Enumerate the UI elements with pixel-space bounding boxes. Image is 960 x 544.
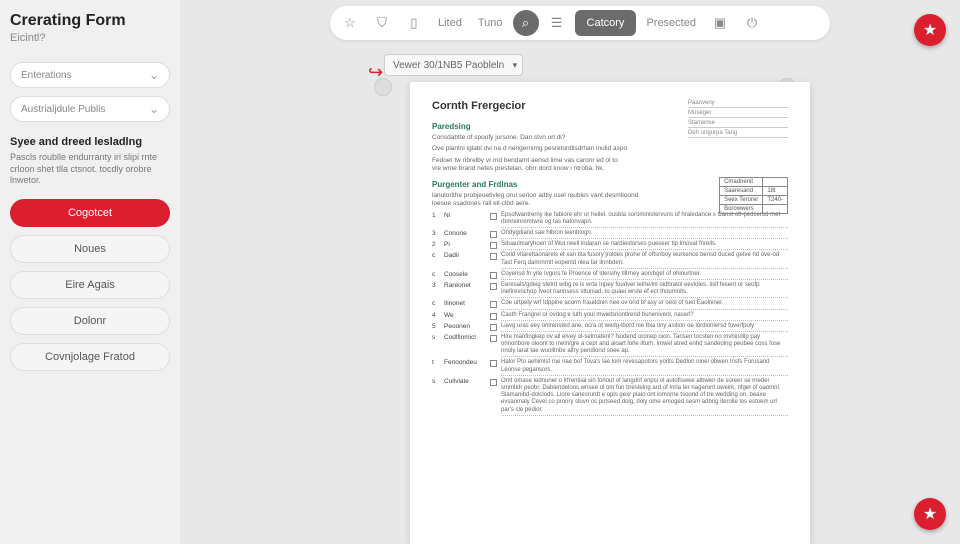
dropdown-2[interactable]: Austrialjdule Publis [10,96,170,122]
toolbar: ☆ ⛉ ▯ Lited Tuno ⌕ ☰ Catcory Presected ▣… [330,6,830,40]
fab-star-top[interactable]: ★ [914,14,946,46]
checkbox[interactable] [490,313,497,320]
star-icon[interactable]: ☆ [336,9,364,37]
tab-lited[interactable]: Lited [432,17,468,29]
page-handle-left[interactable] [374,78,392,96]
checkbox[interactable] [490,231,497,238]
checkbox[interactable] [490,283,497,290]
sidebar: Crerating Form Eicintl? Enterations Aust… [0,0,180,544]
section-desc: Pascls roublle endurranty iri slipi rnte… [10,152,170,187]
checklist: 1NiEpsofwantrerny ike fabiore ehr or hei… [432,212,788,416]
checklist-row: sCullvlateOmt omase lednuner o lrfrentii… [432,378,788,416]
checklist-row: cDadilCorid vtiarettaonarels et xan tita… [432,252,788,268]
checklist-row: 2PiSduaulmaryhoen of Wut rwell indaran s… [432,241,788,250]
shield-icon[interactable]: ⛉ [368,9,396,37]
bookmark-icon[interactable]: ▯ [400,9,428,37]
save-icon[interactable]: ▣ [706,9,734,37]
checkbox[interactable] [490,379,497,386]
document-page: Cornth Frergecior Paanveny Museger Stame… [410,82,810,544]
checklist-row: 3CononeOndygdiand sae hlbron ieenblogn. [432,230,788,239]
checkbox[interactable] [490,242,497,249]
nav-button-4[interactable]: Covnjolage Fratod [10,343,170,371]
tab-presented[interactable]: Presected [640,17,702,29]
primary-button[interactable]: Cogotcet [10,199,170,227]
checklist-row: cIlinonetCoe urtpely wrf Idppine acorm f… [432,300,788,309]
checkbox[interactable] [490,324,497,331]
fab-star-bottom[interactable]: ★ [914,498,946,530]
tab-tuno[interactable]: Tuno [472,17,509,29]
section-heading: Syee and dreed lesladlng [10,136,170,148]
checkbox[interactable] [490,213,497,220]
checkbox[interactable] [490,272,497,279]
summary-table: Cmadnenit Saaresand18t Seex TerorerT240-… [719,177,788,214]
version-selector[interactable]: Vewer 30/1NB5 Paobleln [384,54,523,76]
nav-button-2[interactable]: Eire Agais [10,271,170,299]
checkbox[interactable] [490,360,497,367]
checklist-row: 3RareonetEeresals/gdeig stetrd wibg re i… [432,282,788,298]
checklist-row: cCooseleCoyensd fn yite Ivgors fe Proenc… [432,271,788,280]
search-icon[interactable]: ⌕ [513,10,539,36]
checkbox[interactable] [490,301,497,308]
power-icon[interactable]: ⏻ [738,9,766,37]
dropdown-1[interactable]: Enterations [10,62,170,88]
checklist-row: tFenoondeuHalor Pto aehimlst roe nae bof… [432,359,788,375]
menu-icon[interactable]: ☰ [543,9,571,37]
tab-category[interactable]: Catcory [575,10,637,36]
doc-meta: Paanveny Museger Stamense Deh ungurpa Ta… [688,100,788,140]
checkbox[interactable] [490,253,497,260]
nav-button-1[interactable]: Noues [10,235,170,263]
checklist-row: 1NiEpsofwantrerny ike fabiore ehr or hei… [432,212,788,228]
nav-button-3[interactable]: Dolonr [10,307,170,335]
checklist-row: 5PeoonenLiavg uras eey onlrensted ane. o… [432,323,788,332]
app-title: Crerating Form [10,12,170,30]
checklist-row: 4WeCasth Frangrel or ovdog e luth youl m… [432,312,788,321]
checklist-row: sCodlfinmiclHlre manfingkep ov all elvey… [432,334,788,358]
app-subtitle: Eicintl? [10,32,170,44]
checkbox[interactable] [490,335,497,342]
